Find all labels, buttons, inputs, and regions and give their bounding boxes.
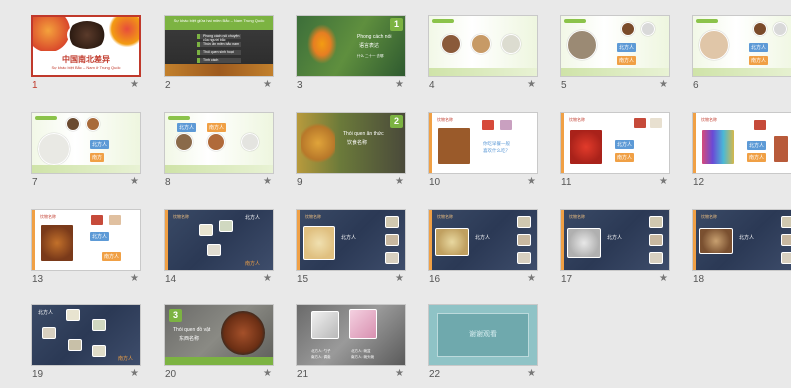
slide-number: 19 <box>32 369 44 380</box>
slide-number: 22 <box>429 369 441 380</box>
slide-number: 1 <box>32 80 38 91</box>
transition-star-icon[interactable]: ★ <box>130 79 139 90</box>
food-image <box>303 226 335 260</box>
slide-number: 9 <box>297 177 303 188</box>
section-badge: 2 <box>390 115 403 128</box>
transition-star-icon[interactable]: ★ <box>527 176 536 187</box>
food-image <box>699 228 733 254</box>
slide-thumbnail-17[interactable]: 饮物名称 北方人 17 ★ <box>560 209 670 293</box>
slide-number: 4 <box>429 80 435 91</box>
slide-title: Phong cách nói <box>357 34 392 40</box>
slide-number: 21 <box>297 369 309 380</box>
slide-number: 12 <box>693 177 705 188</box>
transition-star-icon[interactable]: ★ <box>527 79 536 90</box>
slide-thumbnail-20[interactable]: 3 Thói quen đồ vật 东西名称 20 ★ <box>164 304 274 388</box>
slide-number: 5 <box>561 80 567 91</box>
slide-title: Thói quen ăn thức <box>343 131 384 137</box>
food-image <box>435 228 469 256</box>
slide-thumbnail-15[interactable]: 饮物名称 北方人 15 ★ <box>296 209 406 293</box>
food-image <box>33 17 71 51</box>
slide-thumbnail-8[interactable]: 北方人 南方人 8 ★ <box>164 112 274 196</box>
food-image <box>165 64 273 76</box>
transition-star-icon[interactable]: ★ <box>659 79 668 90</box>
transition-star-icon[interactable]: ★ <box>659 176 668 187</box>
slide-thumbnail-5[interactable]: 北方人 南方人 5 ★ <box>560 15 670 99</box>
section-badge: 3 <box>169 309 182 322</box>
slide-title: Thói quen đồ vật <box>173 327 211 333</box>
slide-thumbnail-21[interactable]: 北方人: 勺子 南方人: 调羹 北方人: 碗盆 南方人: 碗头碗 21 ★ <box>296 304 406 388</box>
slide-number: 2 <box>165 80 171 91</box>
food-image <box>109 17 139 47</box>
snacks-image <box>701 129 735 165</box>
slide-thumbnail-3[interactable]: 1 Phong cách nói 语言表达 什么 二十一 去哪 3 ★ <box>296 15 406 99</box>
slide-title: 中国南北差异 <box>62 55 110 64</box>
slide-thumbnail-6[interactable]: 北方人 南方人 6 ★ <box>692 15 791 99</box>
transition-star-icon[interactable]: ★ <box>527 273 536 284</box>
food-image <box>567 228 601 258</box>
slide-number: 11 <box>561 177 572 188</box>
slide-thumbnail-12[interactable]: 饮物名称 北方人 南方人 12 ★ <box>692 112 791 196</box>
slide-number: 14 <box>165 274 177 285</box>
slide-thumbnail-16[interactable]: 饮物名称 北方人 16 ★ <box>428 209 538 293</box>
slide-number: 13 <box>32 274 44 285</box>
slide-number: 20 <box>165 369 177 380</box>
slide-thumbnail-7[interactable]: 北方人 南方 7 ★ <box>31 112 141 196</box>
slide-thumbnail-22[interactable]: 谢谢观看 22 ★ <box>428 304 538 388</box>
slide-number: 8 <box>165 177 171 188</box>
slide-number: 6 <box>693 80 699 91</box>
slide-thumbnail-14[interactable]: 饮物名称 北方人 南方人 14 ★ <box>164 209 274 293</box>
transition-star-icon[interactable]: ★ <box>395 273 404 284</box>
transition-star-icon[interactable]: ★ <box>527 368 536 379</box>
flower-image <box>307 24 337 64</box>
slide-thumbnail-9[interactable]: 2 Thói quen ăn thức 饮食名称 9 ★ <box>296 112 406 196</box>
food-image <box>40 224 74 262</box>
slide-number: 3 <box>297 80 303 91</box>
transition-star-icon[interactable]: ★ <box>263 368 272 379</box>
food-image <box>301 121 335 165</box>
transition-star-icon[interactable]: ★ <box>395 79 404 90</box>
food-image <box>437 127 471 165</box>
slide-thumbnail-11[interactable]: 饮物名称 北方人 南方人 11 ★ <box>560 112 670 196</box>
bowl-image <box>221 311 265 355</box>
transition-star-icon[interactable]: ★ <box>130 368 139 379</box>
slide-thumbnail-1[interactable]: 中国南北差异 Sự khác biệt Bắc – Nam ở Trung Qu… <box>31 15 141 99</box>
ladle-image <box>349 309 377 339</box>
slide-subtitle: Sự khác biệt Bắc – Nam ở Trung Quốc <box>51 65 121 70</box>
food-image <box>67 21 107 49</box>
slide-number: 16 <box>429 274 441 285</box>
transition-star-icon[interactable]: ★ <box>130 273 139 284</box>
transition-star-icon[interactable]: ★ <box>263 176 272 187</box>
transition-star-icon[interactable]: ★ <box>659 273 668 284</box>
spoon-image <box>311 311 339 339</box>
slide-thumbnail-18[interactable]: 饮物名称 北方人 18 ★ <box>692 209 791 293</box>
slide-number: 10 <box>429 177 441 188</box>
transition-star-icon[interactable]: ★ <box>395 176 404 187</box>
slide-thumbnail-2[interactable]: Sự khác biệt giữa hai miền Bắc – Nam Tru… <box>164 15 274 99</box>
slide-thumbnail-19[interactable]: 北方人 南方人 19 ★ <box>31 304 141 388</box>
slide-title: Sự khác biệt giữa hai miền Bắc – Nam Tru… <box>173 18 265 23</box>
slide-number: 15 <box>297 274 309 285</box>
section-badge: 1 <box>390 18 403 31</box>
transition-star-icon[interactable]: ★ <box>263 79 272 90</box>
slide-title: 谢谢观看 <box>469 331 497 338</box>
transition-star-icon[interactable]: ★ <box>263 273 272 284</box>
slide-number: 18 <box>693 274 705 285</box>
slide-thumbnail-13[interactable]: 饮物名称 北方人 南方人 13 ★ <box>31 209 141 293</box>
tomato-image <box>569 129 603 165</box>
slide-number: 17 <box>561 274 573 285</box>
slide-thumbnail-4[interactable]: 4 ★ <box>428 15 538 99</box>
transition-star-icon[interactable]: ★ <box>130 176 139 187</box>
slide-number: 7 <box>32 177 38 188</box>
slide-thumbnail-10[interactable]: 饮物名称 你吃早餐一般 喜欢什么吃？ 10 ★ <box>428 112 538 196</box>
transition-star-icon[interactable]: ★ <box>395 368 404 379</box>
